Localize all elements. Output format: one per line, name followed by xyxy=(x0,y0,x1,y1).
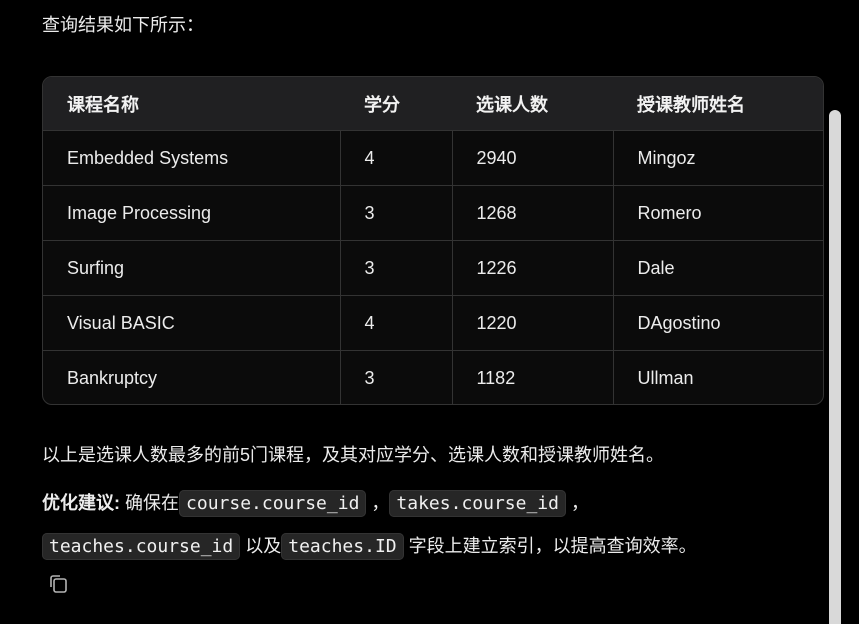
header-course-name: 课程名称 xyxy=(43,77,340,131)
table-row: Visual BASIC 4 1220 DAgostino xyxy=(43,295,823,351)
optimization-tip: 优化建议: 确保在 course.course_id ， takes.course_… xyxy=(42,482,812,568)
header-enrollment: 选课人数 xyxy=(452,77,613,131)
cell-instructor: Dale xyxy=(612,240,823,296)
cell-instructor: DAgostino xyxy=(612,295,823,351)
cell-credits: 3 xyxy=(339,240,452,296)
cell-enrollment: 1182 xyxy=(451,350,613,404)
cell-credits: 4 xyxy=(339,130,452,186)
summary-text: 以上是选课人数最多的前5门课程，及其对应学分、选课人数和授课教师姓名。 xyxy=(42,445,665,465)
cell-enrollment: 2940 xyxy=(451,130,613,186)
cell-course-name: Image Processing xyxy=(43,185,340,241)
cell-instructor: Mingoz xyxy=(612,130,823,186)
table-header-row: 课程名称 学分 选课人数 授课教师姓名 xyxy=(43,77,823,131)
results-table-container: 课程名称 学分 选课人数 授课教师姓名 Embedded Systems 4 2… xyxy=(42,76,824,405)
header-instructor: 授课教师姓名 xyxy=(613,77,823,131)
cell-course-name: Embedded Systems xyxy=(43,130,340,186)
code-teaches-course-id: teaches.course_id xyxy=(42,533,241,560)
code-teaches-id: teaches.ID xyxy=(281,533,404,560)
copy-icon xyxy=(50,575,67,593)
copy-button[interactable] xyxy=(46,571,72,597)
results-table: 课程名称 学分 选课人数 授课教师姓名 Embedded Systems 4 2… xyxy=(43,77,823,404)
cell-course-name: Visual BASIC xyxy=(43,295,340,351)
cell-instructor: Ullman xyxy=(612,350,823,404)
cell-enrollment: 1268 xyxy=(451,185,613,241)
cell-enrollment: 1220 xyxy=(451,295,613,351)
tip-prefix: 确保在 xyxy=(120,493,180,513)
cell-credits: 3 xyxy=(339,350,452,404)
tip-label: 优化建议: xyxy=(42,493,120,513)
table-row: Surfing 3 1226 Dale xyxy=(43,240,823,296)
code-takes-course-id: takes.course_id xyxy=(389,490,566,517)
tip-separator: ， xyxy=(565,493,589,513)
table-row: Image Processing 3 1268 Romero xyxy=(43,185,823,241)
cell-instructor: Romero xyxy=(612,185,823,241)
intro-text: 查询结果如下所示： xyxy=(42,15,204,35)
tip-suffix: 字段上建立索引，以提高查询效率。 xyxy=(403,536,697,556)
cell-credits: 3 xyxy=(339,185,452,241)
table-row: Embedded Systems 4 2940 Mingoz xyxy=(43,130,823,186)
tip-mid: 以及 xyxy=(240,536,282,556)
cell-credits: 4 xyxy=(339,295,452,351)
scrollbar[interactable] xyxy=(829,110,841,624)
cell-course-name: Bankruptcy xyxy=(43,350,340,404)
tip-separator: ， xyxy=(366,493,390,513)
header-credits: 学分 xyxy=(340,77,452,131)
cell-course-name: Surfing xyxy=(43,240,340,296)
code-course-course-id: course.course_id xyxy=(179,490,367,517)
table-row: Bankruptcy 3 1182 Ullman xyxy=(43,350,823,404)
cell-enrollment: 1226 xyxy=(451,240,613,296)
